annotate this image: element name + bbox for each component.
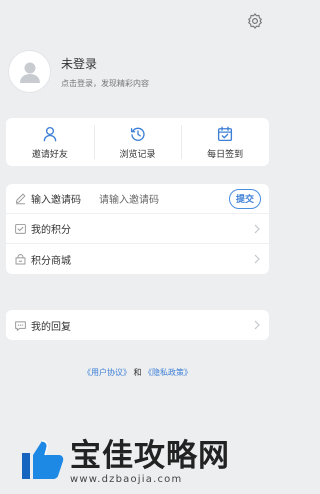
points-label: 我的积分 bbox=[31, 225, 71, 236]
chevron-right-icon bbox=[254, 254, 260, 264]
watermark: 宝佳攻略网 www.dzbaojia.com bbox=[18, 428, 275, 494]
points-icon bbox=[15, 223, 26, 234]
my-replies-label: 我的回复 bbox=[31, 321, 71, 333]
browse-history-button[interactable]: 浏览记录 bbox=[93, 118, 182, 166]
user-placeholder-icon bbox=[19, 62, 40, 83]
login-status[interactable]: 未登录 bbox=[61, 55, 149, 72]
account-menu: 输入邀请码 请输入邀请码 提交 我的积分 积分商城 bbox=[6, 184, 269, 274]
points-mall-label: 积分商城 bbox=[31, 255, 71, 267]
invite-friends-button[interactable]: 邀请好友 bbox=[6, 118, 94, 166]
login-hint: 点击登录，发现精彩内容 bbox=[61, 78, 149, 88]
agreement-links: 《用户协议》 和 《隐私政策》 bbox=[0, 367, 275, 378]
watermark-url: www.dzbaojia.com bbox=[70, 473, 183, 485]
comment-icon bbox=[15, 320, 26, 331]
chevron-right-icon bbox=[254, 320, 260, 330]
invite-code-label: 输入邀请码 bbox=[31, 195, 81, 206]
settings-gear-icon[interactable] bbox=[246, 12, 264, 30]
menu-item-points[interactable]: 我的积分 bbox=[6, 214, 269, 244]
status-bar bbox=[0, 0, 275, 10]
menu-item-points-mall[interactable]: 积分商城 bbox=[6, 244, 269, 274]
replies-menu: 我的回复 bbox=[6, 310, 269, 340]
profile-header[interactable]: 未登录 点击登录，发现精彩内容 bbox=[8, 50, 149, 93]
browse-history-label: 浏览记录 bbox=[119, 149, 156, 160]
invite-code-row: 输入邀请码 请输入邀请码 提交 bbox=[6, 184, 269, 214]
shop-icon bbox=[15, 253, 26, 264]
privacy-policy-link[interactable]: 《隐私政策》 bbox=[144, 368, 192, 377]
user-icon bbox=[43, 126, 57, 141]
history-icon bbox=[130, 127, 145, 141]
watermark-title: 宝佳攻略网 bbox=[70, 437, 230, 474]
user-agreement-link[interactable]: 《用户协议》 bbox=[83, 368, 131, 377]
menu-item-my-replies[interactable]: 我的回复 bbox=[6, 310, 269, 340]
chevron-right-icon bbox=[254, 224, 260, 234]
invite-code-input[interactable]: 请输入邀请码 bbox=[99, 191, 229, 206]
daily-checkin-label: 每日签到 bbox=[207, 149, 244, 160]
quick-actions: 邀请好友 浏览记录 每日签到 bbox=[6, 118, 269, 166]
thumbs-up-logo-icon bbox=[22, 440, 64, 479]
submit-button[interactable]: 提交 bbox=[229, 188, 261, 209]
invite-friends-label: 邀请好友 bbox=[31, 149, 68, 160]
daily-checkin-button[interactable]: 每日签到 bbox=[181, 118, 269, 166]
avatar[interactable] bbox=[8, 50, 51, 93]
pencil-icon bbox=[15, 193, 26, 205]
agreement-and: 和 bbox=[133, 368, 142, 377]
calendar-check-icon bbox=[218, 126, 233, 141]
